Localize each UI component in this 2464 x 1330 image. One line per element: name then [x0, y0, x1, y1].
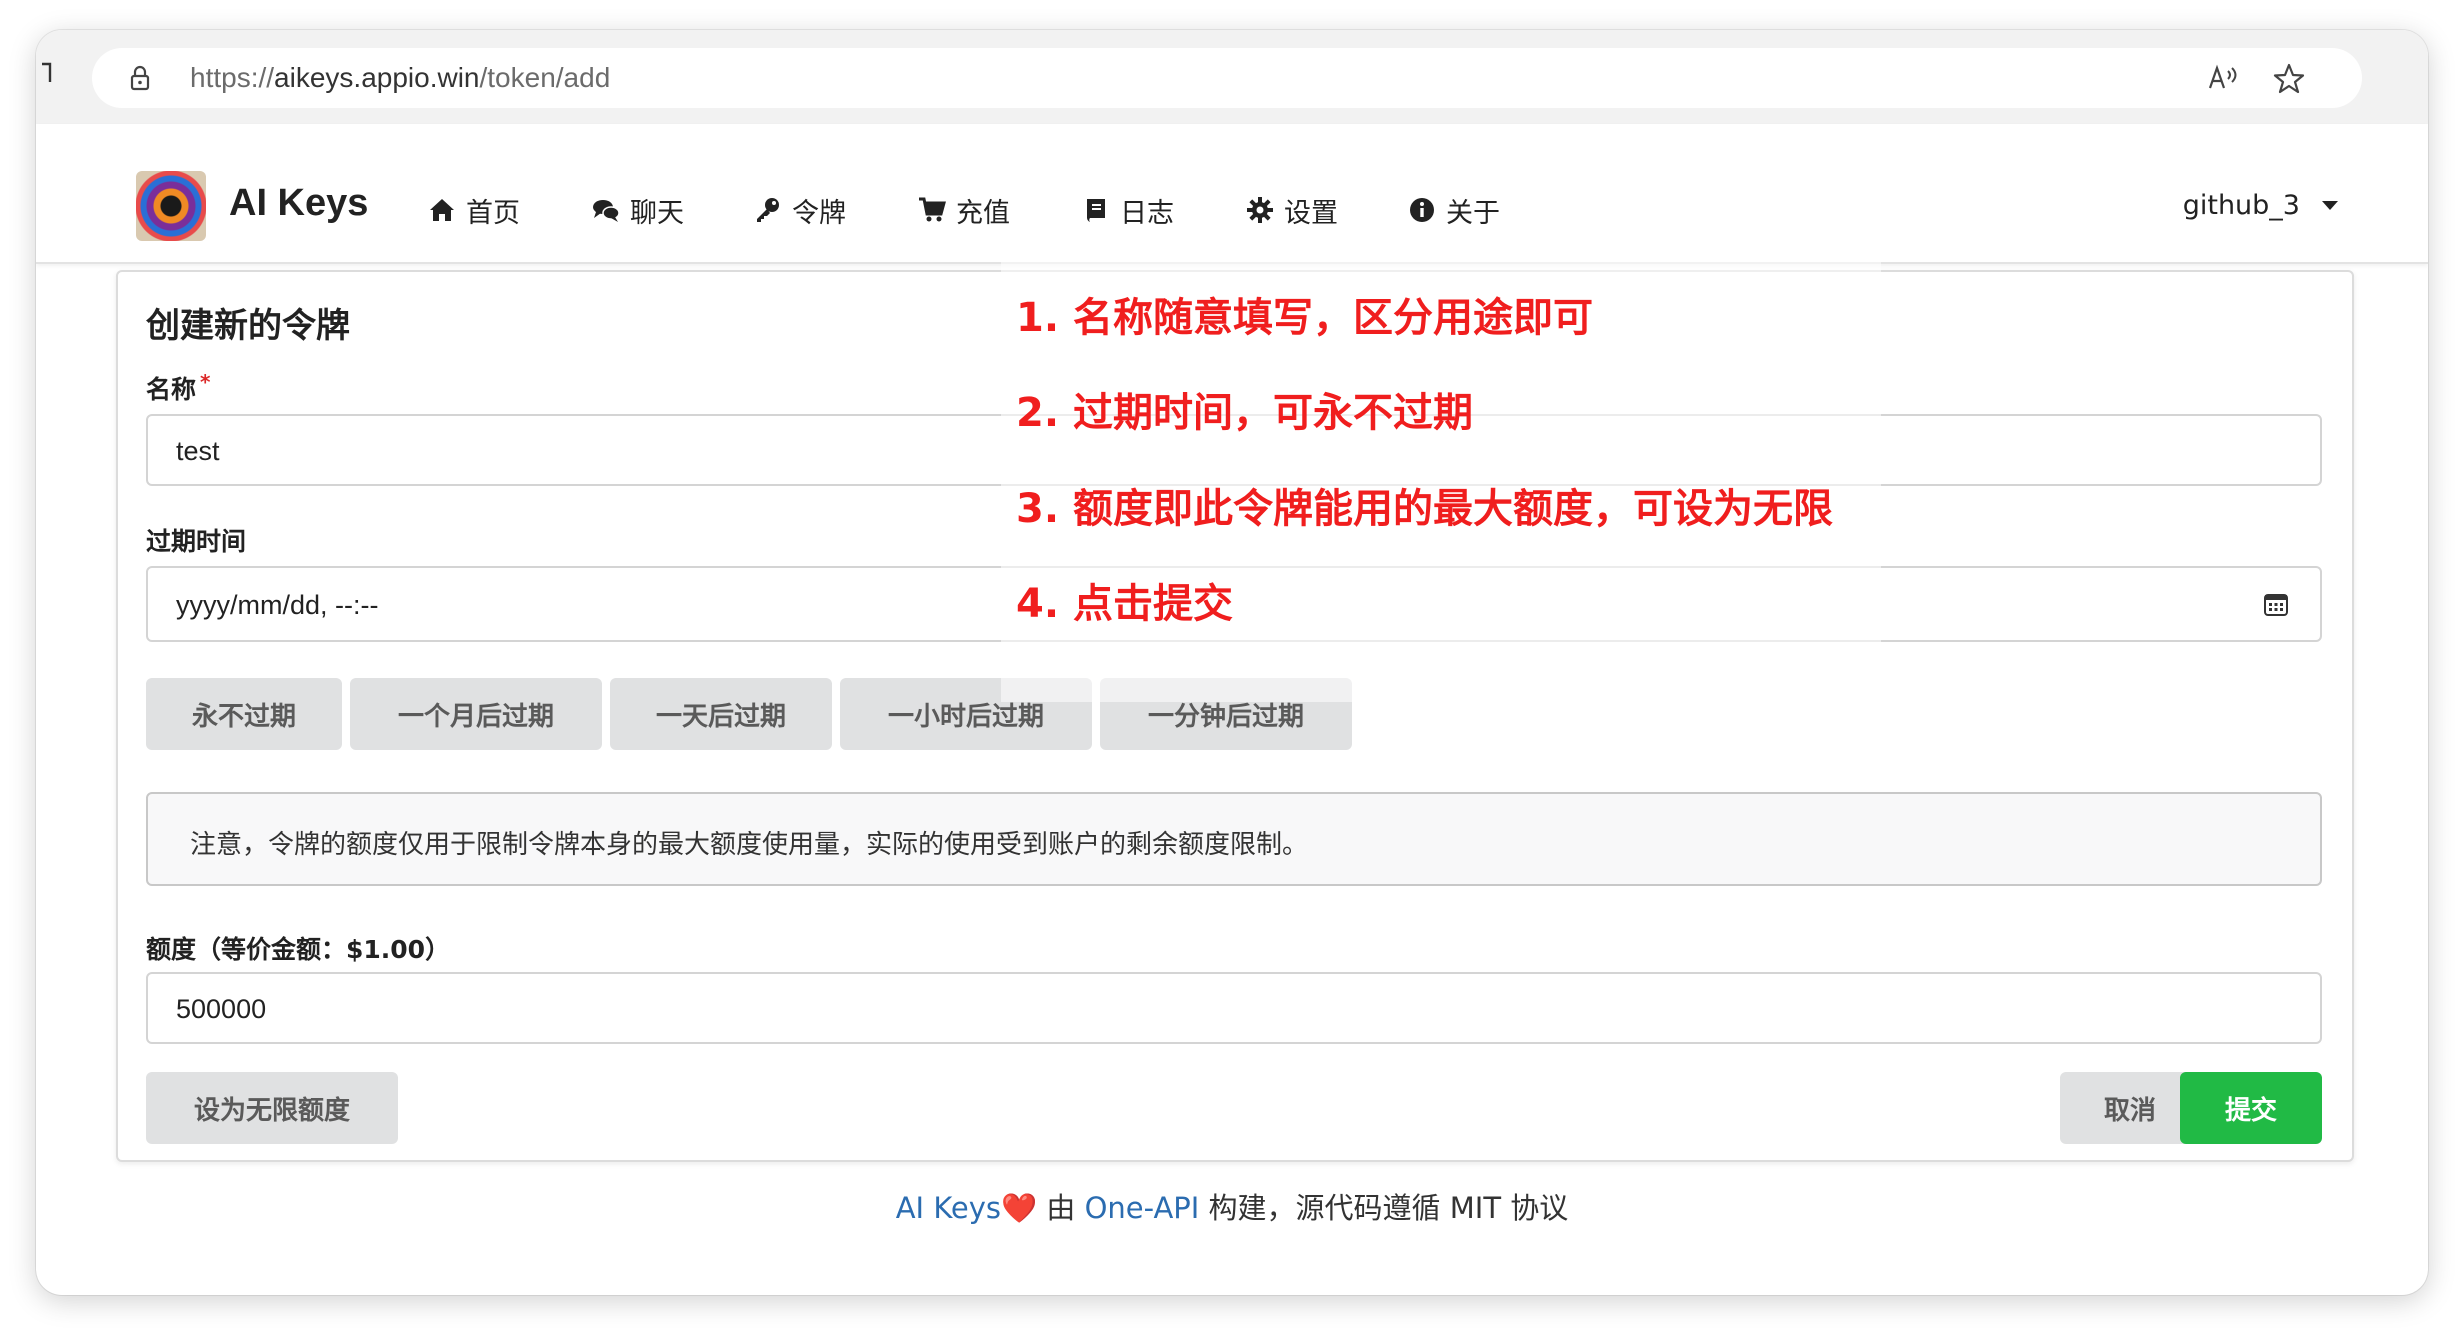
set-unlimited-quota-button[interactable]: 设为无限额度 [146, 1072, 398, 1144]
submit-button[interactable]: 提交 [2180, 1072, 2322, 1144]
nav-item-settings[interactable]: 设置 [1246, 190, 1338, 230]
page-title: 创建新的令牌 [146, 306, 350, 346]
quota-input[interactable]: 500000 [146, 972, 2322, 1044]
nav-item-tokens[interactable]: 令牌 [754, 190, 846, 230]
expire-one-month-button[interactable]: 一个月后过期 [350, 678, 602, 750]
nav-item-home[interactable]: 首页 [428, 190, 520, 230]
nav-label: 充值 [956, 197, 1010, 229]
gear-icon [1247, 197, 1273, 223]
browser-toolbar: https://aikeys.appio.win/token/add [36, 30, 2428, 125]
home-icon [430, 199, 454, 221]
favorite-star-icon[interactable] [2272, 62, 2306, 96]
nav-item-logs[interactable]: 日志 [1082, 190, 1174, 230]
nav-item-chat[interactable]: 聊天 [592, 190, 684, 230]
book-icon [1087, 199, 1105, 222]
nav-item-topup[interactable]: 充值 [918, 190, 1010, 230]
comments-icon [593, 200, 620, 222]
url-domain: aikeys.appio.win [274, 62, 480, 93]
annotation-step-2: 2. 过期时间，可永不过期 [1016, 390, 1473, 436]
quota-value: 500000 [176, 994, 267, 1024]
user-menu-dropdown[interactable]: github_3 [2183, 190, 2338, 221]
cart-icon [919, 197, 946, 222]
one-api-link[interactable]: One-API [1085, 1191, 1200, 1225]
nav-label: 日志 [1120, 197, 1174, 229]
footer-license-text: 构建，源代码遵循 MIT 协议 [1199, 1191, 1569, 1225]
top-navbar: AI Keys 首页 聊天 令牌 充值 日志 设置 关于 github_3 [36, 124, 2428, 264]
info-icon [1410, 198, 1434, 222]
quota-notice-message: 注意，令牌的额度仅用于限制令牌本身的最大额度使用量，实际的使用受到账户的剩余额度… [146, 792, 2322, 886]
url-text[interactable]: https://aikeys.appio.win/token/add [190, 62, 610, 94]
name-label-text: 名称 [146, 375, 197, 404]
annotation-step-4: 4. 点击提交 [1016, 581, 1233, 627]
browser-window: https://aikeys.appio.win/token/add AI Ke… [36, 30, 2428, 1295]
notice-text: 注意，令牌的额度仅用于限制令牌本身的最大额度使用量，实际的使用受到账户的剩余额度… [190, 830, 1309, 860]
token-name-value: test [176, 436, 220, 466]
nav-item-about[interactable]: 关于 [1408, 190, 1500, 230]
footer-brand-link[interactable]: AI Keys [896, 1191, 1001, 1225]
nav-label: 关于 [1446, 197, 1500, 229]
nav-label: 聊天 [630, 197, 684, 229]
lock-icon[interactable] [126, 64, 154, 92]
chevron-down-icon [2322, 201, 2338, 210]
url-prefix: https:// [190, 62, 275, 93]
nav-label: 设置 [1284, 197, 1338, 229]
expire-time-value: yyyy/mm/dd, --:-- [176, 590, 379, 620]
calendar-icon[interactable] [2262, 590, 2290, 618]
username: github_3 [2182, 190, 2300, 221]
nav-label: 首页 [466, 197, 520, 229]
expire-label: 过期时间 [146, 527, 247, 556]
name-label: 名称 * [146, 370, 210, 406]
nav-label: 令牌 [792, 197, 846, 229]
key-icon [757, 198, 779, 222]
expire-one-day-button[interactable]: 一天后过期 [610, 678, 832, 750]
read-aloud-icon[interactable] [2206, 62, 2240, 94]
brand-logo[interactable] [136, 171, 206, 241]
reload-icon[interactable] [38, 60, 62, 86]
never-expire-button[interactable]: 永不过期 [146, 678, 342, 750]
url-path: /token/add [479, 62, 611, 93]
quota-label: 额度（等价金额：$1.00） [146, 935, 451, 964]
annotation-step-1: 1. 名称随意填写，区分用途即可 [1016, 295, 1593, 341]
heart-icon: ❤️ [1001, 1191, 1038, 1225]
address-bar[interactable]: https://aikeys.appio.win/token/add [92, 48, 2362, 108]
required-mark: * [200, 370, 211, 394]
cancel-button[interactable]: 取消 [2060, 1072, 2200, 1144]
page-footer: AI Keys❤️ 由 One-API 构建，源代码遵循 MIT 协议 [36, 1185, 2428, 1227]
brand-name[interactable]: AI Keys [229, 182, 368, 225]
annotation-step-3: 3. 额度即此令牌能用的最大额度，可设为无限 [1016, 486, 1833, 532]
footer-by-text: 由 [1037, 1191, 1085, 1225]
